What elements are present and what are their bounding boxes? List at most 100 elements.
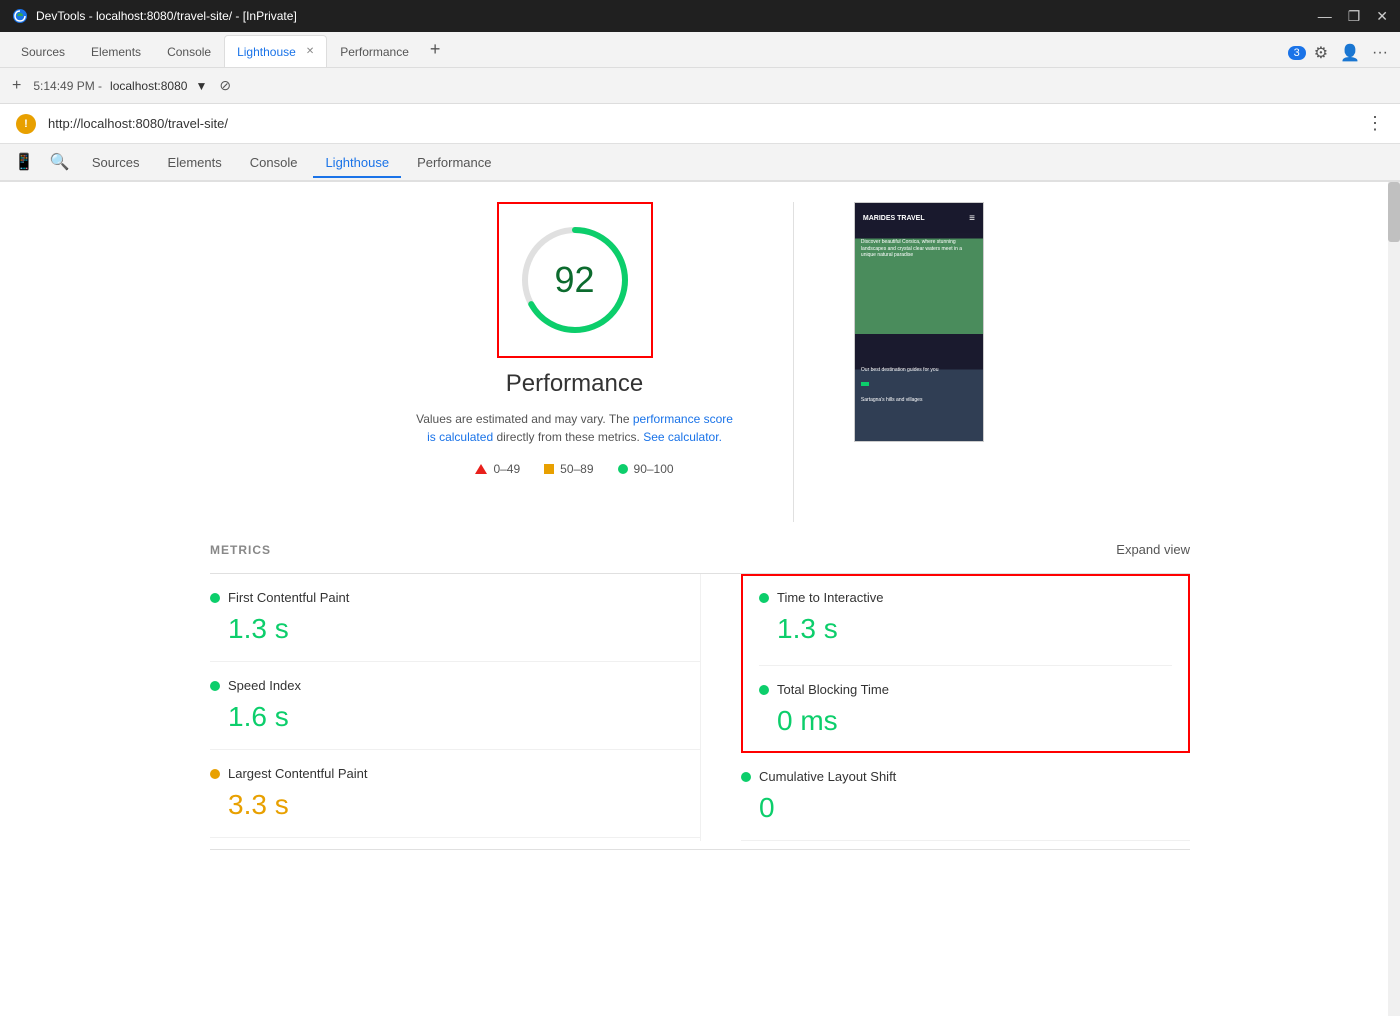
metric-lcp-indicator <box>210 769 220 779</box>
performance-score: 92 <box>554 259 594 301</box>
main-content: 92 Performance Values are estimated and … <box>0 182 1400 1016</box>
metric-fcp-indicator <box>210 593 220 603</box>
toolbar-host: localhost:8080 <box>110 79 187 93</box>
tab-performance[interactable]: Performance <box>327 35 422 67</box>
legend-poor: 0–49 <box>475 462 520 476</box>
close-button[interactable]: ✕ <box>1376 8 1388 25</box>
inspect-icon[interactable]: 🔍 <box>44 146 76 178</box>
metric-lcp-name: Largest Contentful Paint <box>228 766 367 781</box>
screenshot-header: MARIDES TRAVEL ≡ <box>855 203 983 233</box>
tab-elements[interactable]: Elements <box>78 35 154 67</box>
window-controls: — ❐ ✕ <box>1318 8 1388 25</box>
screenshot-bottom-area: Our best destination guides for you Sart… <box>855 361 983 441</box>
score-circle-container: 92 <box>497 202 653 358</box>
add-tab-button[interactable]: + <box>422 39 449 60</box>
metric-lcp-value: 3.3 s <box>210 789 700 821</box>
metric-tbt-header: Total Blocking Time <box>759 682 1172 697</box>
metric-cls-value: 0 <box>741 792 1190 824</box>
tab-bar: Sources Elements Console Lighthouse ✕ Pe… <box>0 32 1400 68</box>
notification-badge: 3 <box>1288 46 1306 60</box>
tab-sources[interactable]: Sources <box>8 35 78 67</box>
address-more-icon[interactable]: ⋮ <box>1366 113 1384 134</box>
tab-lighthouse-label: Lighthouse <box>237 45 296 59</box>
more-icon[interactable]: ··· <box>1368 40 1392 66</box>
tab-actions: 3 ⚙ 👤 ··· <box>1288 39 1400 67</box>
nav-item-performance[interactable]: Performance <box>405 149 503 178</box>
address-bar: ! http://localhost:8080/travel-site/ ⋮ <box>0 104 1400 144</box>
metrics-grid: First Contentful Paint 1.3 s Speed Index… <box>210 574 1190 841</box>
metric-si-header: Speed Index <box>210 678 700 693</box>
security-icon: ! <box>16 114 36 134</box>
metrics-left-column: First Contentful Paint 1.3 s Speed Index… <box>210 574 700 841</box>
performance-title: Performance <box>506 370 643 398</box>
screenshot-description: Discover beautiful Corsica, where stunni… <box>861 239 977 259</box>
metrics-title: METRICS <box>210 543 271 557</box>
metric-tbt: Total Blocking Time 0 ms <box>759 665 1172 737</box>
settings-icon[interactable]: ⚙ <box>1310 39 1332 67</box>
metrics-section: METRICS Expand view First Contentful Pai… <box>150 542 1250 850</box>
url-bar: 5:14:49 PM - localhost:8080 ▼ ⊘ <box>33 77 231 94</box>
metric-fcp-value: 1.3 s <box>210 613 700 645</box>
screenshot-bottom-label: Our best destination guides for you <box>861 367 977 373</box>
metric-cls-indicator <box>741 772 751 782</box>
nav-item-lighthouse[interactable]: Lighthouse <box>313 149 401 178</box>
good-range: 90–100 <box>634 462 674 476</box>
metric-tti: Time to Interactive 1.3 s <box>759 590 1172 645</box>
good-icon <box>618 464 628 474</box>
tab-lighthouse[interactable]: Lighthouse ✕ <box>224 35 327 67</box>
site-screenshot: MARIDES TRAVEL ≡ Discover beautiful Cors… <box>854 202 984 442</box>
screenshot-tag: Sartagna's hills and villages <box>861 397 977 403</box>
metric-tbt-indicator <box>759 685 769 695</box>
metric-highlighted-box: Time to Interactive 1.3 s Total Blocking… <box>741 574 1190 753</box>
screenshot-area: MARIDES TRAVEL ≡ Discover beautiful Cors… <box>854 202 984 442</box>
scrollbar-thumb[interactable] <box>1388 182 1400 242</box>
maximize-button[interactable]: ❐ <box>1348 8 1361 25</box>
metric-si: Speed Index 1.6 s <box>210 662 700 750</box>
perf-description-text: Values are estimated and may vary. The <box>416 412 629 426</box>
performance-description: Values are estimated and may vary. The p… <box>416 410 733 446</box>
metric-cls: Cumulative Layout Shift 0 <box>741 753 1190 841</box>
legend-good: 90–100 <box>618 462 674 476</box>
device-toolbar-icon[interactable]: 📱 <box>8 146 40 178</box>
metric-tbt-name: Total Blocking Time <box>777 682 889 697</box>
metric-lcp-header: Largest Contentful Paint <box>210 766 700 781</box>
minimize-button[interactable]: — <box>1318 8 1332 25</box>
screenshot-cta-button <box>861 382 869 386</box>
metric-tti-header: Time to Interactive <box>759 590 1172 605</box>
tab-elements-label: Elements <box>91 45 141 59</box>
scrollbar[interactable] <box>1388 182 1400 1016</box>
address-url[interactable]: http://localhost:8080/travel-site/ <box>48 116 1354 131</box>
performance-section: 92 Performance Values are estimated and … <box>100 202 1300 522</box>
screenshot-hero-text: Discover beautiful Corsica, where stunni… <box>855 233 983 265</box>
legend-needs-improvement: 50–89 <box>544 462 593 476</box>
score-area: 92 Performance Values are estimated and … <box>416 202 733 476</box>
tab-console-label: Console <box>167 45 211 59</box>
metric-cls-name: Cumulative Layout Shift <box>759 769 896 784</box>
block-icon[interactable]: ⊘ <box>219 77 231 94</box>
nav-item-elements[interactable]: Elements <box>156 149 234 178</box>
metric-si-indicator <box>210 681 220 691</box>
metric-lcp: Largest Contentful Paint 3.3 s <box>210 750 700 838</box>
see-calculator-link[interactable]: See calculator. <box>643 430 722 444</box>
nav-item-console[interactable]: Console <box>238 149 310 178</box>
poor-range: 0–49 <box>493 462 520 476</box>
devtools-nav: 📱 🔍 Sources Elements Console Lighthouse … <box>0 144 1400 182</box>
dropdown-icon[interactable]: ▼ <box>195 79 207 93</box>
profile-icon[interactable]: 👤 <box>1336 39 1364 67</box>
tab-lighthouse-close[interactable]: ✕ <box>306 46 314 57</box>
nav-item-sources[interactable]: Sources <box>80 149 152 178</box>
metrics-right-column: Time to Interactive 1.3 s Total Blocking… <box>700 574 1190 841</box>
metric-fcp: First Contentful Paint 1.3 s <box>210 574 700 662</box>
tab-console[interactable]: Console <box>154 35 224 67</box>
title-bar: DevTools - localhost:8080/travel-site/ -… <box>0 0 1400 32</box>
section-divider <box>793 202 794 522</box>
metric-tti-value: 1.3 s <box>759 613 1172 645</box>
title-bar-text: DevTools - localhost:8080/travel-site/ -… <box>36 9 297 23</box>
expand-view-button[interactable]: Expand view <box>1116 542 1190 557</box>
toolbar-time: 5:14:49 PM - <box>33 79 102 93</box>
metric-si-name: Speed Index <box>228 678 301 693</box>
poor-icon <box>475 464 487 474</box>
score-circle: 92 <box>515 220 635 340</box>
new-tab-icon[interactable]: + <box>8 73 25 99</box>
score-legend: 0–49 50–89 90–100 <box>475 462 673 476</box>
